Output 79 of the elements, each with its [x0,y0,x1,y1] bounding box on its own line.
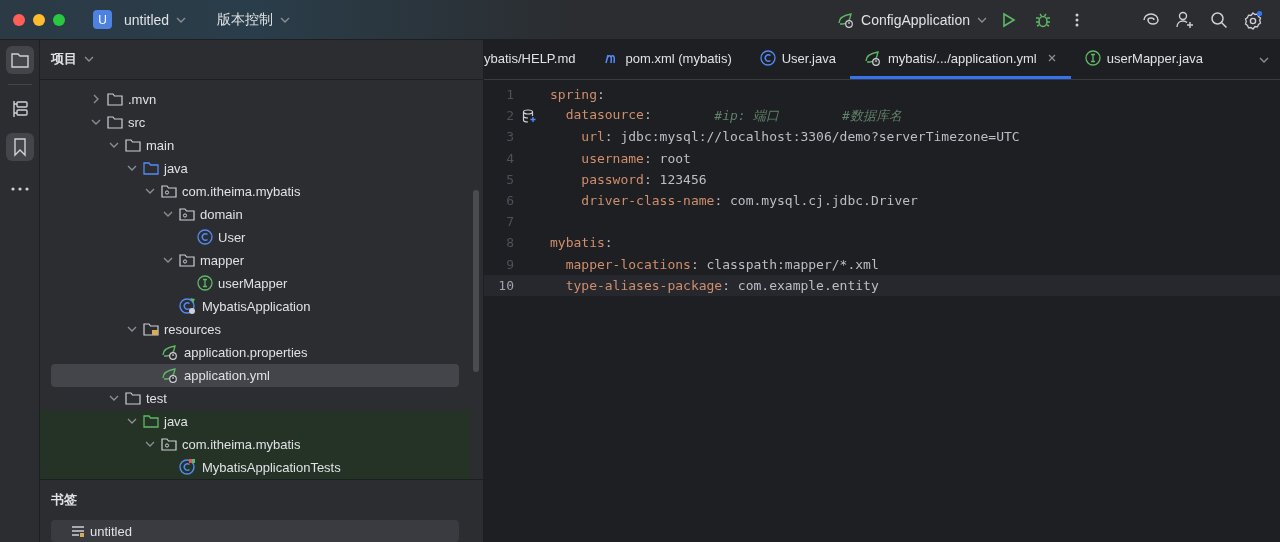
tool-window-button[interactable] [5,46,34,74]
folder-icon [143,414,159,429]
add-user-icon [1176,10,1194,29]
play-icon [1002,11,1016,28]
close-window-button[interactable] [13,13,25,26]
package-folder-icon [179,253,195,268]
panel-title[interactable]: 项目 [51,50,77,69]
resources-folder-icon [143,322,159,337]
bug-icon [1035,11,1051,28]
code-line: mybatis: [550,235,613,251]
folder-icon [143,161,159,176]
zoom-window-button[interactable] [53,13,65,26]
scrollbar[interactable] [473,190,479,372]
code-line: password: 123456 [580,171,707,187]
bookmark-icon [11,137,28,157]
bookmark-row[interactable]: untitled [51,520,459,542]
folder-icon [107,115,123,130]
code-line: type-aliases-package: com.example.entity [564,277,879,293]
list-icon [71,525,85,538]
package-folder-icon [161,437,177,452]
editor-tab[interactable]: mybatis/.../application.yml [849,40,1071,79]
folder-icon [125,391,141,406]
code-line: url: jdbc:mysql://localhost:3306/demo?serverTimezone=UTC [580,129,1020,145]
close-icon[interactable] [1046,53,1057,63]
editor-tab[interactable]: userMapper.java [1070,40,1217,79]
minimize-window-button[interactable] [33,13,45,26]
tree-row[interactable]: mapper [40,248,471,272]
tree-row[interactable]: userMapper [40,271,471,295]
code-line: mapper-locations: classpath:mapper/*.xml [564,256,879,272]
spring-leaf-icon [863,50,882,66]
test-class-icon [179,458,197,477]
search-icon [1210,10,1228,29]
tree-row[interactable]: src [40,110,471,134]
tree-row[interactable]: MybatisApplication [40,294,471,318]
more-icon [9,186,30,192]
code-line: datasource: #ip: 端口 #数据库名 [564,106,902,125]
editor-tab[interactable]: User.java [745,40,850,79]
tree-row[interactable]: application.properties [40,340,471,364]
folder-icon [125,138,141,153]
tree-row[interactable]: main [40,133,471,157]
class-icon [759,50,776,66]
editor-tab[interactable]: ybatis/HELP.md [484,40,590,79]
panel-title: 书签 [51,491,77,510]
code-line: spring: [550,87,605,103]
settings-icon [1243,9,1263,30]
tree-row[interactable]: com.itheima.mybatis [40,179,471,203]
tree-row[interactable]: User [40,225,471,249]
more-vertical-icon [1075,12,1079,27]
interface-icon [1084,50,1101,66]
tool-window-button[interactable] [5,133,34,161]
swirl-icon [1142,11,1160,28]
class-icon [197,229,213,246]
spring-class-icon [179,297,197,316]
tree-row[interactable]: java [40,156,471,180]
code-line: driver-class-name: com.mysql.cj.jdbc.Driver [580,193,918,209]
run-config-selector[interactable]: ConfigApplication [833,11,992,28]
line-number: 10 [497,277,515,293]
tree-row[interactable]: domain [40,202,471,226]
tree-row[interactable]: MybatisApplicationTests [40,455,471,479]
structure-icon [10,99,29,119]
database-icon[interactable] [522,108,536,123]
vcs-menu[interactable]: 版本控制 [213,10,296,29]
tree-row[interactable]: .mvn [40,87,471,111]
project-switcher[interactable]: U untitled [89,10,192,29]
package-folder-icon [161,184,177,199]
tree-row[interactable]: test [40,386,471,410]
folder-icon [107,92,123,107]
package-folder-icon [179,207,195,222]
tree-row[interactable]: resources [40,317,471,341]
tree-row[interactable]: com.itheima.mybatis [40,432,471,456]
interface-icon [197,275,213,292]
tree-row[interactable]: java [40,409,471,433]
code-line: username: root [580,150,691,166]
spring-leaf-icon [161,344,179,361]
spring-leaf-icon [837,11,856,28]
editor-tab[interactable]: pom.xml (mybatis) [589,40,746,79]
tree-row[interactable]: application.yml [51,363,459,387]
folder-icon [9,51,30,69]
spring-leaf-icon [161,367,179,384]
